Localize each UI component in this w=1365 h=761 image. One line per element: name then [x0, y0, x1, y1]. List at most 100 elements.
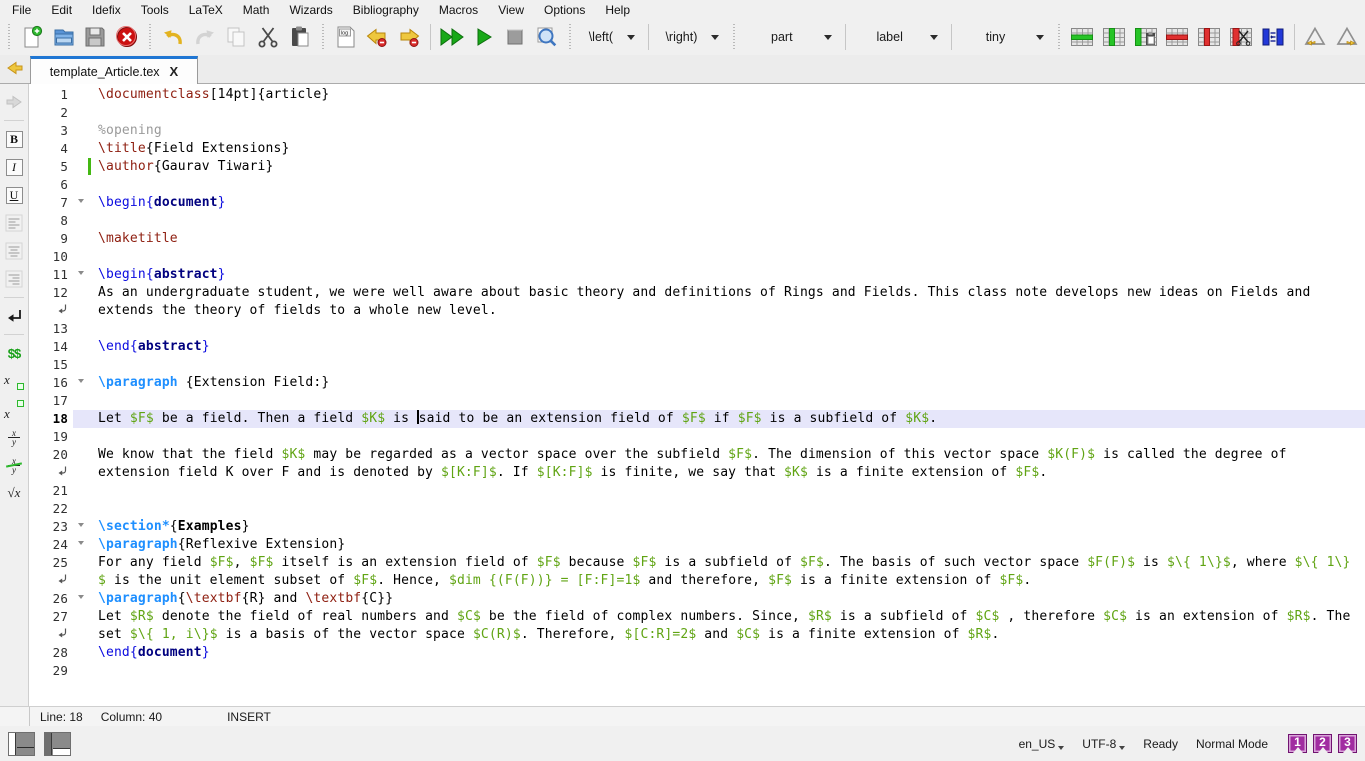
- menu-latex[interactable]: LaTeX: [179, 1, 233, 19]
- table-add-row-button[interactable]: [1066, 22, 1098, 52]
- code-text[interactable]: [94, 176, 1365, 194]
- right-delimiter-combo[interactable]: \right): [654, 24, 728, 50]
- code-text[interactable]: [94, 662, 1365, 680]
- code-text[interactable]: \begin{document}: [94, 194, 1365, 212]
- code-text[interactable]: extends the theory of fields to a whole …: [94, 302, 1365, 320]
- sqrt-button[interactable]: √x: [2, 481, 26, 505]
- toolbar-handle[interactable]: [567, 24, 573, 50]
- align-left-button[interactable]: [2, 211, 26, 235]
- code-text[interactable]: %opening: [94, 122, 1365, 140]
- table-add-column-button[interactable]: [1098, 22, 1130, 52]
- tab-template-article[interactable]: template_Article.tex X: [30, 56, 198, 84]
- code-text[interactable]: \paragraph {Extension Field:}: [94, 374, 1365, 392]
- fold-marker[interactable]: [73, 590, 88, 608]
- toolbar-handle[interactable]: [731, 24, 737, 50]
- code-text[interactable]: [94, 104, 1365, 122]
- menu-options[interactable]: Options: [534, 1, 595, 19]
- fraction-button[interactable]: xy: [2, 425, 26, 449]
- code-text[interactable]: [94, 428, 1365, 446]
- cut-button[interactable]: [252, 22, 284, 52]
- menu-idefix[interactable]: Idefix: [82, 1, 131, 19]
- code-text[interactable]: \maketitle: [94, 230, 1365, 248]
- code-text[interactable]: \author{Gaurav Tiwari}: [94, 158, 1365, 176]
- tab-close-icon[interactable]: X: [170, 65, 179, 78]
- menu-file[interactable]: File: [2, 1, 41, 19]
- fold-marker[interactable]: [73, 194, 88, 212]
- code-text[interactable]: [94, 482, 1365, 500]
- menu-macros[interactable]: Macros: [429, 1, 488, 19]
- menu-wizards[interactable]: Wizards: [279, 1, 342, 19]
- inline-math-button[interactable]: $$: [2, 341, 26, 365]
- code-text[interactable]: [94, 248, 1365, 266]
- code-text[interactable]: \documentclass[14pt]{article}: [94, 86, 1365, 104]
- code-text[interactable]: Let $F$ be a field. Then a field $K$ is …: [94, 410, 1365, 428]
- bookmark-1-button[interactable]: 1: [1288, 734, 1307, 753]
- table-remove-row-button[interactable]: [1161, 22, 1193, 52]
- language-select[interactable]: en_US: [1019, 737, 1065, 751]
- fold-marker[interactable]: [73, 536, 88, 554]
- menu-math[interactable]: Math: [233, 1, 280, 19]
- close-file-button[interactable]: [111, 22, 143, 52]
- table-cut-column-button[interactable]: [1225, 22, 1257, 52]
- toolbar-handle[interactable]: [147, 24, 153, 50]
- code-text[interactable]: \paragraph{\textbf{R} and \textbf{C}}: [94, 590, 1365, 608]
- sectioning-combo[interactable]: part: [741, 24, 840, 50]
- fold-marker[interactable]: [73, 266, 88, 284]
- slash-fraction-button[interactable]: xy: [2, 453, 26, 477]
- code-editor[interactable]: 1\documentclass[14pt]{article}23%opening…: [29, 84, 1365, 706]
- save-button[interactable]: [79, 22, 111, 52]
- previous-error-button[interactable]: [362, 22, 394, 52]
- code-text[interactable]: Let $R$ denote the field of real numbers…: [94, 608, 1365, 626]
- open-file-button[interactable]: [48, 22, 80, 52]
- bold-button[interactable]: B: [2, 127, 26, 151]
- menu-view[interactable]: View: [488, 1, 534, 19]
- code-text[interactable]: [94, 392, 1365, 410]
- bookmark-2-button[interactable]: 2: [1313, 734, 1332, 753]
- code-text[interactable]: [94, 356, 1365, 374]
- toggle-structure-panel-button[interactable]: [8, 732, 35, 756]
- encoding-select[interactable]: UTF-8: [1082, 737, 1125, 751]
- table-remove-column-button[interactable]: [1193, 22, 1225, 52]
- align-right-button[interactable]: [2, 267, 26, 291]
- toolbar-handle[interactable]: [1056, 24, 1062, 50]
- compile-button[interactable]: [468, 22, 500, 52]
- code-text[interactable]: \section*{Examples}: [94, 518, 1365, 536]
- code-text[interactable]: As an undergraduate student, we were wel…: [94, 284, 1365, 302]
- code-text[interactable]: We know that the field $K$ may be regard…: [94, 446, 1365, 464]
- subscript-button[interactable]: x: [2, 369, 26, 393]
- label-combo[interactable]: label: [851, 24, 945, 50]
- code-text[interactable]: extension field K over F and is denoted …: [94, 464, 1365, 482]
- menu-edit[interactable]: Edit: [41, 1, 82, 19]
- previous-diff-button[interactable]: [1300, 22, 1332, 52]
- fold-marker[interactable]: [73, 518, 88, 536]
- redo-button[interactable]: [189, 22, 221, 52]
- align-center-button[interactable]: [2, 239, 26, 263]
- menu-bibliography[interactable]: Bibliography: [343, 1, 429, 19]
- copy-button[interactable]: [221, 22, 253, 52]
- code-text[interactable]: set $\{ 1, i\}$ is a basis of the vector…: [94, 626, 1365, 644]
- left-delimiter-combo[interactable]: \left(: [577, 24, 643, 50]
- toggle-messages-panel-button[interactable]: [44, 732, 71, 756]
- bookmark-3-button[interactable]: 3: [1338, 734, 1357, 753]
- font-size-combo[interactable]: tiny: [957, 24, 1052, 50]
- table-paste-column-button[interactable]: [1130, 22, 1162, 52]
- toolbar-handle[interactable]: [320, 24, 326, 50]
- code-text[interactable]: \begin{abstract}: [94, 266, 1365, 284]
- superscript-button[interactable]: x: [2, 397, 26, 421]
- code-text[interactable]: \title{Field Extensions}: [94, 140, 1365, 158]
- code-text[interactable]: [94, 212, 1365, 230]
- next-diff-button[interactable]: [1331, 22, 1363, 52]
- stop-button[interactable]: [500, 22, 532, 52]
- fold-marker[interactable]: [73, 374, 88, 392]
- table-align-columns-button[interactable]: [1257, 22, 1289, 52]
- newline-button[interactable]: [2, 304, 26, 328]
- view-pdf-button[interactable]: [531, 22, 563, 52]
- code-text[interactable]: [94, 320, 1365, 338]
- code-text[interactable]: For any field $F$, $F$ itself is an exte…: [94, 554, 1365, 572]
- code-text[interactable]: \paragraph{Reflexive Extension}: [94, 536, 1365, 554]
- undo-button[interactable]: [157, 22, 189, 52]
- paste-button[interactable]: [284, 22, 316, 52]
- italic-button[interactable]: I: [2, 155, 26, 179]
- new-file-button[interactable]: [16, 22, 48, 52]
- code-text[interactable]: \end{abstract}: [94, 338, 1365, 356]
